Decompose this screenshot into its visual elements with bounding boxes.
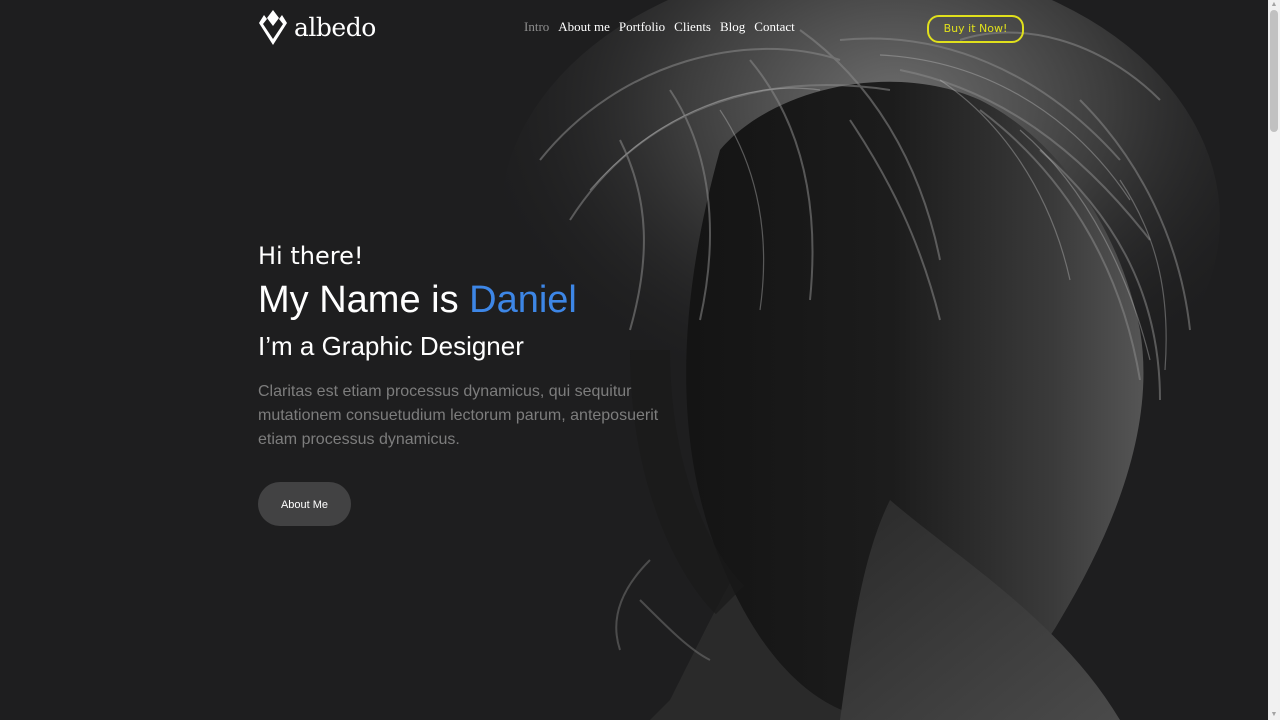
albedo-logo-icon (259, 10, 287, 45)
nav-item-clients[interactable]: Clients (674, 19, 711, 35)
nav-item-blog[interactable]: Blog (720, 19, 745, 35)
brand-logo[interactable]: albedo (258, 9, 376, 46)
nav-item-intro[interactable]: Intro (524, 19, 549, 35)
hero-greeting: Hi there! (258, 242, 364, 270)
hero-subtitle: I’m a Graphic Designer (258, 331, 524, 361)
about-me-button[interactable]: About Me (258, 482, 351, 526)
nav-item-about-me[interactable]: About me (558, 19, 610, 35)
page-scrollbar[interactable]: ▲ ▼ (1268, 0, 1280, 720)
hero-title-prefix: My Name is (258, 279, 459, 321)
page: albedo Intro About me Portfolio Clients … (0, 0, 1268, 720)
nav-item-portfolio[interactable]: Portfolio (619, 19, 665, 35)
brand-name: albedo (294, 13, 376, 42)
scroll-up-icon[interactable]: ▲ (1268, 0, 1280, 10)
hero-section: Hi there! My Name is Daniel I’m a Graphi… (258, 240, 688, 526)
nav-item-contact[interactable]: Contact (754, 19, 794, 35)
site-header: albedo Intro About me Portfolio Clients … (0, 0, 1268, 56)
hero-title: My Name is Daniel (258, 278, 688, 322)
hero-title-name: Daniel (469, 279, 577, 321)
scroll-down-icon[interactable]: ▼ (1268, 710, 1280, 720)
scrollbar-thumb[interactable] (1270, 10, 1278, 132)
hero-description: Claritas est etiam processus dynamicus, … (258, 383, 659, 448)
main-nav: Intro About me Portfolio Clients Blog Co… (524, 19, 795, 35)
buy-it-now-button[interactable]: Buy it Now! (927, 15, 1024, 43)
